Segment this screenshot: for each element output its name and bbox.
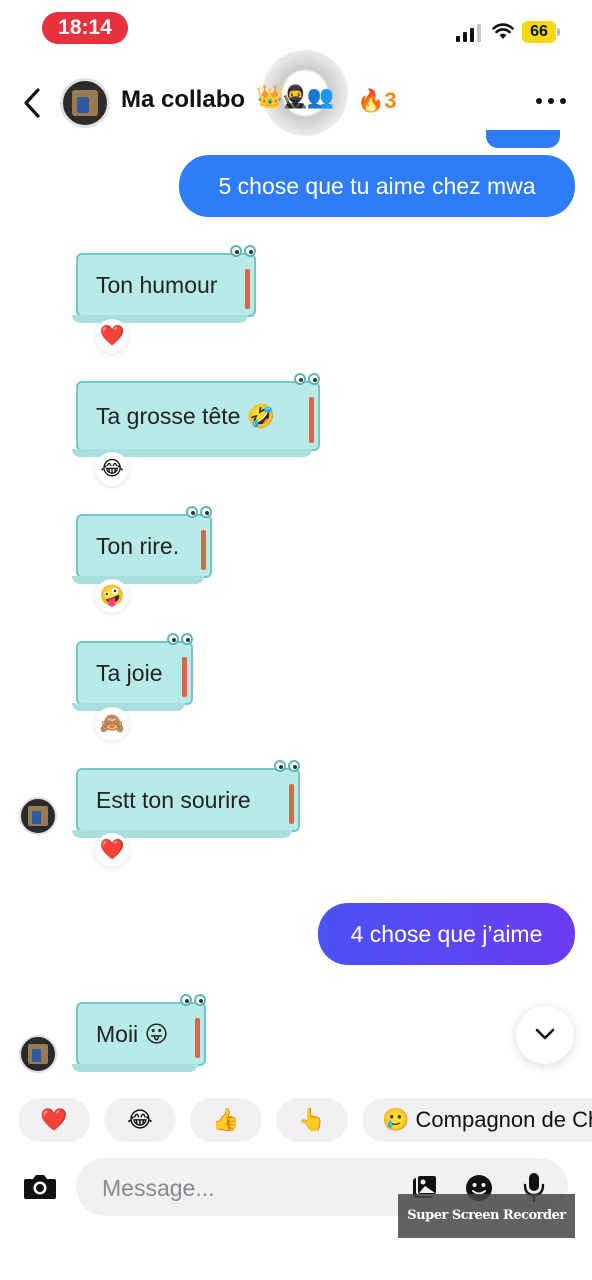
dino-eyes-decoration: [186, 506, 218, 522]
dino-eyes-decoration: [274, 760, 306, 776]
message-text: Moii 😛: [96, 1020, 169, 1047]
message-input[interactable]: [100, 1171, 404, 1205]
outgoing-message[interactable]: 5 chose que tu aime chez mwa: [179, 155, 575, 217]
quick-reply-point-up[interactable]: 👆: [276, 1098, 348, 1142]
incoming-message[interactable]: Ta joie: [72, 633, 193, 711]
title-emojis: 👑🥷👥: [256, 84, 334, 109]
sender-avatar[interactable]: [19, 1035, 57, 1073]
chat-title[interactable]: Ma collabo: [121, 86, 245, 114]
dino-eyes-decoration: [167, 633, 199, 649]
quick-reply-companion[interactable]: 🥲 Compagnon de Ch: [362, 1098, 592, 1142]
status-time: 18:14: [42, 12, 128, 44]
outgoing-message[interactable]: 4 chose que j’aime: [318, 903, 575, 965]
back-button[interactable]: [18, 86, 48, 120]
message-text: Ta joie: [96, 659, 163, 686]
dino-eyes-decoration: [180, 994, 212, 1010]
incoming-message[interactable]: Estt ton sourire: [72, 760, 300, 838]
companion-icon: 🥲: [382, 1107, 410, 1132]
reaction-badge[interactable]: ❤️: [95, 319, 129, 353]
incoming-message[interactable]: Ta grosse tête 🤣: [72, 373, 320, 457]
message-text: Ton rire.: [96, 532, 180, 559]
message-text: Estt ton sourire: [96, 786, 251, 813]
quick-reply-thumbs-up[interactable]: 👍: [190, 1098, 262, 1142]
quick-reply-laugh[interactable]: 😂: [104, 1098, 176, 1142]
scroll-to-bottom-button[interactable]: [516, 1006, 574, 1064]
previous-message-edge: [486, 130, 560, 148]
chat-avatar[interactable]: [60, 78, 110, 128]
dino-eyes-decoration: [294, 373, 326, 389]
incoming-message[interactable]: Ton rire.: [72, 506, 212, 584]
message-text: Ton humour: [96, 271, 218, 298]
more-options-button[interactable]: [536, 98, 568, 106]
companion-label: Compagnon de Ch: [415, 1107, 592, 1132]
incoming-message[interactable]: Ton humour: [72, 245, 256, 323]
dino-eyes-decoration: [230, 245, 262, 261]
reaction-badge[interactable]: 🙈: [95, 707, 129, 741]
camera-button[interactable]: [22, 1170, 58, 1202]
sender-avatar[interactable]: [19, 797, 57, 835]
quick-replies: ❤️ 😂 👍 👆 🥲 Compagnon de Ch: [0, 1092, 592, 1148]
quick-reply-heart[interactable]: ❤️: [18, 1098, 90, 1142]
reaction-badge[interactable]: 😂: [95, 452, 129, 486]
wifi-icon: [492, 23, 514, 39]
message-text: Ta grosse tête 🤣: [96, 402, 276, 429]
reaction-badge[interactable]: ❤️: [95, 833, 129, 867]
battery-tip: [557, 28, 560, 36]
battery-level: 66: [522, 21, 556, 43]
streak-badge: 🔥3: [357, 88, 397, 113]
cellular-signal-icon: [456, 24, 482, 42]
reaction-badge[interactable]: 🤪: [95, 579, 129, 613]
incoming-message[interactable]: Moii 😛: [72, 994, 206, 1072]
chevron-down-icon: [535, 1028, 555, 1040]
screen-recorder-watermark: Super Screen Recorder: [398, 1194, 575, 1238]
